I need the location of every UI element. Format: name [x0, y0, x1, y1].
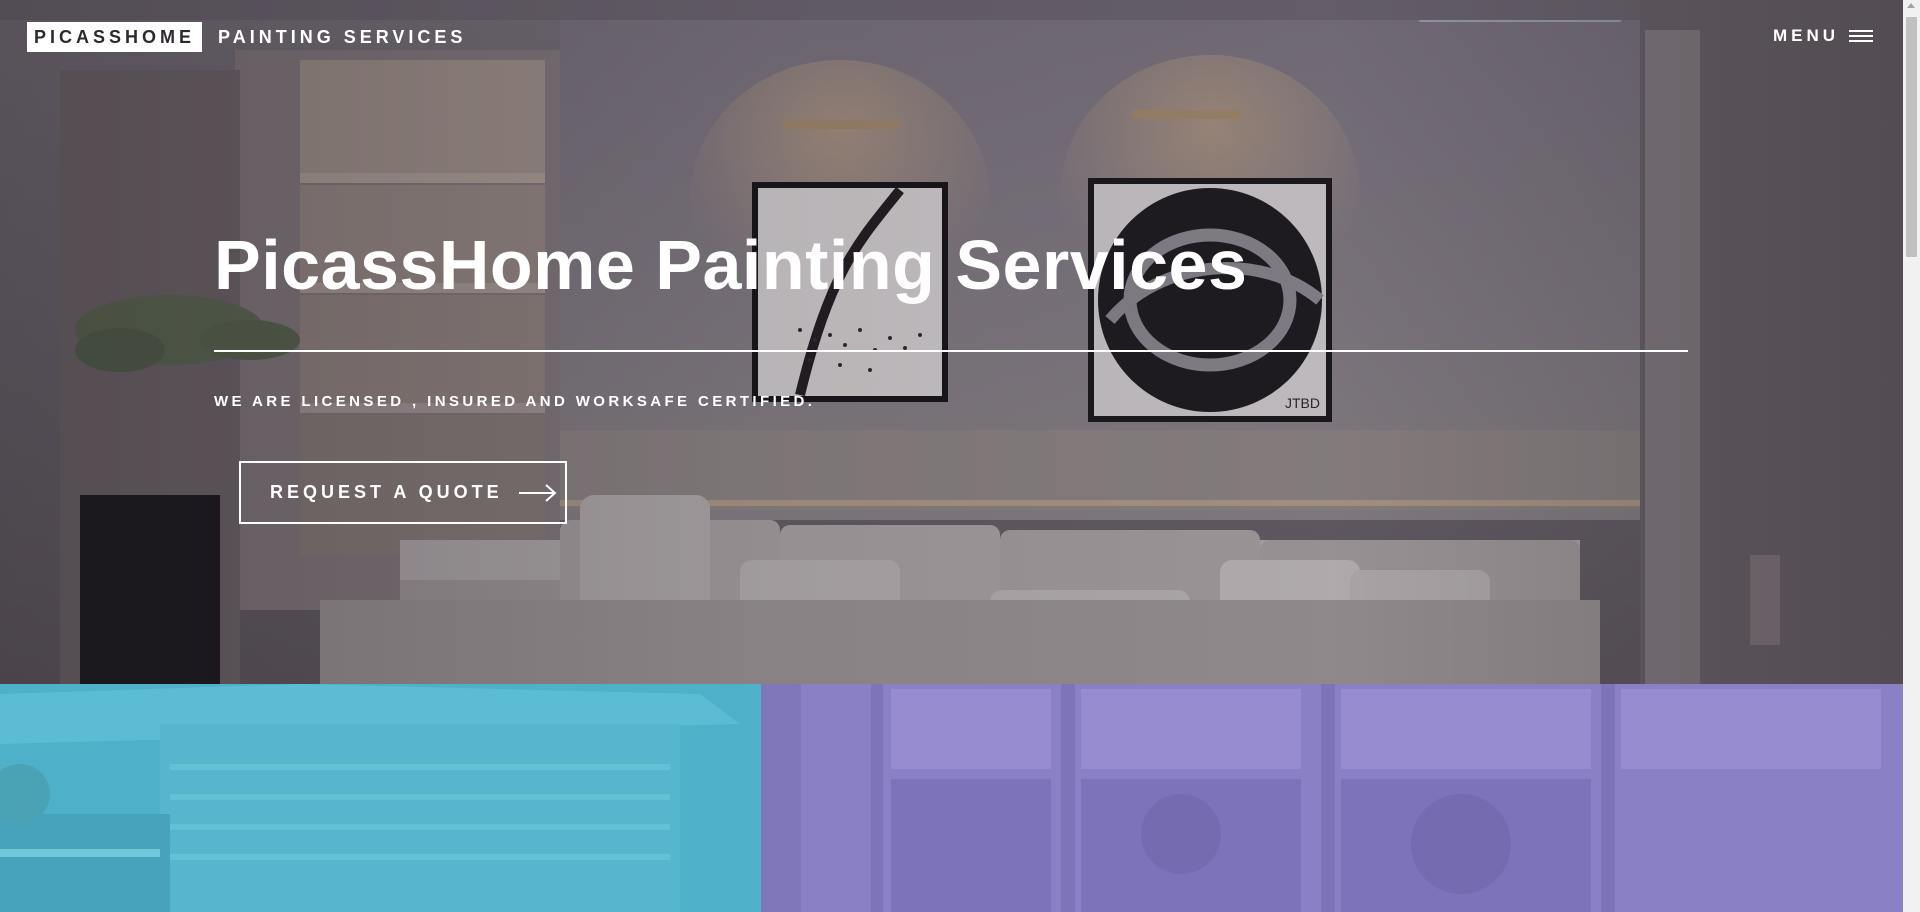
site-header: PICASSHOME PAINTING SERVICES MENU [0, 0, 1903, 74]
hero-overlay [0, 0, 1903, 684]
hero-section: JTBD P [0, 0, 1903, 684]
scrollbar-thumb[interactable] [1906, 17, 1917, 257]
hamburger-icon [1849, 30, 1873, 42]
scroll-up-arrow-icon[interactable] [1907, 3, 1915, 8]
logo-secondary-text: PAINTING SERVICES [218, 26, 467, 47]
page: JTBD P [0, 0, 1920, 912]
arrow-right-icon [518, 483, 557, 502]
request-quote-button[interactable]: REQUEST A QUOTE [239, 461, 567, 524]
site-logo[interactable]: PICASSHOME PAINTING SERVICES [27, 22, 466, 52]
request-quote-label: REQUEST A QUOTE [270, 482, 503, 502]
menu-label: MENU [1772, 26, 1839, 45]
vertical-scrollbar[interactable] [1903, 0, 1920, 912]
hero-divider [214, 350, 1688, 352]
panel-left-image [0, 684, 761, 912]
logo-primary-text: PICASSHOME [27, 22, 203, 52]
services-panel-right[interactable] [761, 684, 1903, 912]
hero-title: PicassHome Painting Services [214, 226, 1248, 304]
panel-right-image [761, 684, 1903, 912]
services-panel-left[interactable] [0, 684, 761, 912]
hero-tagline: WE ARE LICENSED , INSURED AND WORKSAFE C… [214, 393, 816, 410]
menu-button[interactable]: MENU [1773, 26, 1873, 46]
